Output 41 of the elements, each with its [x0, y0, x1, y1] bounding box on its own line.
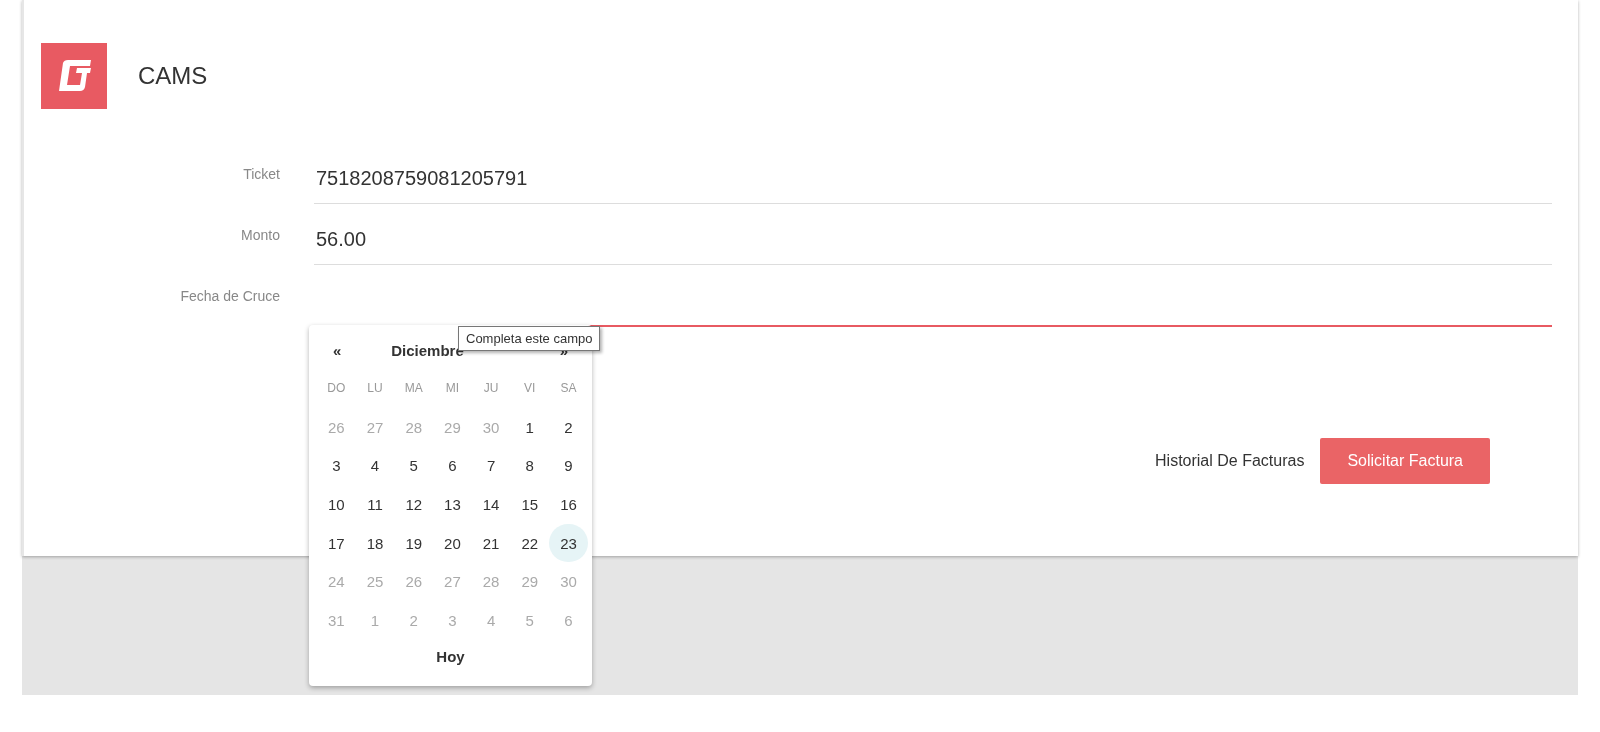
calendar-day[interactable]: 4	[355, 446, 395, 486]
validation-tooltip: Completa este campo	[458, 326, 601, 351]
invoice-history-link[interactable]: Historial De Facturas	[1155, 452, 1305, 470]
calendar-day[interactable]: 18	[355, 523, 395, 563]
weekday-label: DO	[326, 380, 347, 398]
today-button[interactable]: Hoy	[436, 647, 465, 665]
weekday-label: MI	[444, 380, 461, 398]
calendar-day[interactable]: 15	[510, 485, 550, 524]
weekday-label: MA	[403, 380, 424, 398]
calendar-day[interactable]: 7	[471, 446, 511, 486]
weekday-label: SA	[559, 380, 578, 398]
weekday-label: JU	[482, 380, 500, 398]
calendar-day[interactable]: 12	[394, 485, 434, 524]
calendar-day[interactable]: 19	[394, 523, 434, 563]
calendar-day[interactable]: 23	[549, 523, 588, 563]
input-field[interactable]: 56.00	[314, 214, 1552, 265]
weekday-label: VI	[523, 380, 537, 398]
field-label: Ticket	[242, 165, 280, 182]
calendar-day[interactable]: 9	[549, 446, 588, 486]
field-label: Fecha de Cruce	[179, 287, 280, 304]
input-field[interactable]: 7518208759081205791	[314, 153, 1552, 204]
calendar-day[interactable]: 22	[510, 523, 550, 563]
calendar-day[interactable]: 11	[355, 485, 395, 524]
weekday-label: LU	[366, 380, 384, 398]
calendar-day[interactable]: 5	[394, 446, 434, 486]
calendar-day[interactable]: 14	[471, 485, 511, 524]
calendar-day[interactable]: 17	[317, 523, 356, 563]
field-label: Monto	[240, 226, 280, 243]
app-title: CAMS	[138, 62, 208, 90]
calendar-day[interactable]: 8	[510, 446, 550, 486]
calendar-day[interactable]: 2	[549, 407, 588, 447]
previous-month-button[interactable]: «	[333, 341, 342, 359]
calendar-day[interactable]: 13	[433, 485, 472, 524]
calendar-day[interactable]: 6	[433, 446, 472, 486]
calendar-day[interactable]: 3	[317, 446, 356, 486]
logo-icon	[41, 43, 107, 109]
calendar-day[interactable]: 10	[317, 485, 356, 524]
calendar-day[interactable]: 21	[471, 523, 511, 563]
calendar-day[interactable]: 16	[549, 485, 588, 524]
calendar-day[interactable]: 20	[433, 523, 472, 563]
calendar-day[interactable]: 1	[510, 407, 550, 447]
